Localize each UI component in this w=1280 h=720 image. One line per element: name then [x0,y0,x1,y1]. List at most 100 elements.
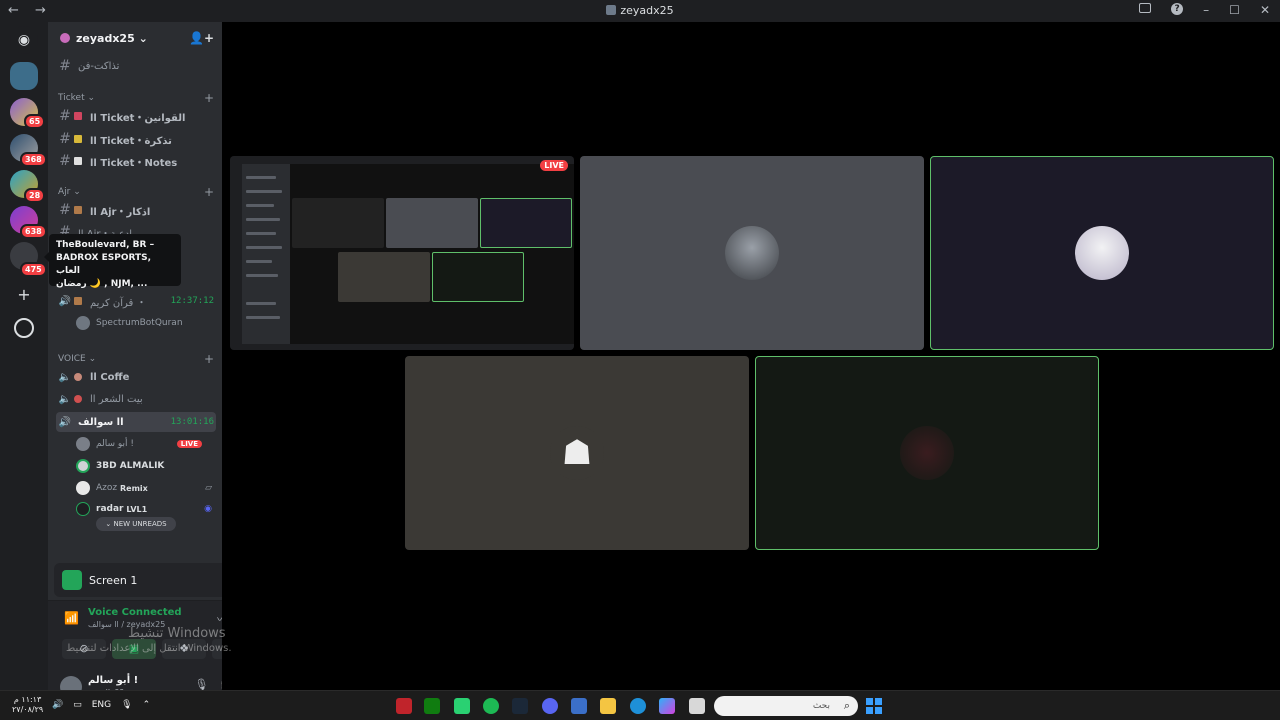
participant-tile[interactable]: ☗ [405,356,749,550]
channel-item[interactable]: # ll Ticket・Notes [56,151,216,171]
mention-badge: 638 [20,224,47,239]
server-boost-icon [60,33,70,43]
participant-tile[interactable] [930,156,1274,350]
category-ticket[interactable]: Ticket ⌄ + [58,91,214,105]
title-bar: ← → zeyadx25 ? – ☐ ✕ [0,0,1280,22]
mention-badge: 65 [24,114,46,129]
emoji-icon [74,135,82,143]
chevron-up-icon[interactable]: ⌃ [143,700,151,710]
create-channel-icon[interactable]: + [204,185,214,199]
emoji-icon [74,297,82,305]
edge-icon[interactable] [630,698,646,714]
create-channel-icon[interactable]: + [204,352,214,366]
hash-icon: # [59,202,71,218]
speaker-icon: 🔈 [58,393,72,405]
hash-icon: # [59,108,71,124]
microphone-tray-icon[interactable]: 🎙 [121,700,132,710]
copilot-icon[interactable] [659,698,675,714]
stream-tile[interactable]: LIVE [230,156,574,350]
task-view-icon[interactable] [689,698,705,714]
emoji-icon [74,157,82,165]
xbox-icon[interactable] [424,698,440,714]
inbox-icon[interactable] [1139,3,1152,13]
avatar [1075,226,1129,280]
search-input[interactable]: بحث ⌕ [714,696,858,716]
avatar [900,426,954,480]
emoji-icon [74,112,82,120]
maximize-button[interactable]: ☐ [1229,3,1240,17]
channel-sidebar: zeyadx25 ⌄ 👤+ # تذاكت-فن Ticket ⌄ + # ll Ti… [48,22,270,712]
avatar [76,316,90,330]
signal-icon[interactable]: 📶 [64,611,79,625]
windows-start-icon[interactable] [866,698,882,714]
server-rail: ◉ 65 368 28 638 475 + [0,22,48,690]
help-icon[interactable]: ? [1171,3,1184,15]
participant-tile[interactable] [580,156,924,350]
voice-stage: LIVE ☗ [222,22,1280,690]
playstation-icon: ▱ [205,483,212,493]
spotify-icon[interactable] [483,698,499,714]
channel-item[interactable]: # ll Ticket・القوانين [56,106,216,126]
invite-people-icon[interactable]: 👤+ [189,31,214,45]
screen-share-icon [62,570,82,590]
channel-item[interactable]: # ll Ajr・اذكار [56,200,216,220]
speaker-icon: 🔈 [58,371,72,383]
avatar: ☗ [550,426,604,480]
voice-member[interactable]: SpectrumBotQuran [76,314,216,332]
windows-taskbar: ١١:١٣ م ٢٧/٠٨/٢٩ 🔊 ▭ ENG 🎙 ⌃ بحث ⌕ [0,690,1280,720]
discover-icon[interactable] [14,318,34,338]
close-button[interactable]: ✕ [1260,3,1270,17]
chevron-down-icon: ⌄ [138,31,148,45]
voice-channel-sawalef[interactable]: 🔊 سوالف ll 13:01:16 [56,412,216,432]
voice-member[interactable]: radar LVL1 ◉ [76,500,216,518]
avatar [76,481,90,495]
voice-channel-quran[interactable]: 🔊 قرآن كريم ・ 12:37:12 [56,291,216,311]
voice-member[interactable]: 3BD ALMALIK [76,457,216,475]
emoji-icon [74,373,82,381]
app-icon[interactable] [396,698,412,714]
window-title: zeyadx25 [0,4,1280,17]
discord-home-icon[interactable]: ◉ [10,26,38,54]
app-icon[interactable] [571,698,587,714]
steam-icon[interactable] [512,698,528,714]
app-icon[interactable] [454,698,470,714]
voice-member[interactable]: Azoz Remix ▱ [76,479,216,497]
participant-tile[interactable] [755,356,1099,550]
avatar [725,226,779,280]
server-icon[interactable] [10,62,38,90]
minimize-button[interactable]: – [1203,3,1209,17]
discord-taskbar-icon[interactable] [542,698,558,714]
create-channel-icon[interactable]: + [204,91,214,105]
mention-badge: 475 [20,262,47,277]
avatar [76,437,90,451]
speaker-icon: 🔊 [58,416,72,428]
system-clock[interactable]: ١١:١٣ م ٢٧/٠٨/٢٩ [12,695,43,715]
voice-channel-shisha[interactable]: 🔈 ll بيت الشعر [56,389,216,409]
category-ajr[interactable]: Ajr ⌄ + [58,185,214,199]
hash-icon: # [59,58,71,74]
voice-member[interactable]: أبو سالم ! LIVE [76,435,216,453]
voice-channel-coffe[interactable]: 🔈 ll Coffe [56,367,216,387]
language-indicator[interactable]: ENG [92,700,111,710]
speaker-icon: 🔊 [58,295,72,307]
gamepad-icon: ◉ [204,504,212,514]
emoji-icon [74,395,82,403]
live-badge: LIVE [540,160,568,171]
server-tooltip: TheBoulevard, BR – BADROX ESPORTS, العاب… [44,234,181,289]
hash-icon: # [59,131,71,147]
channel-item[interactable]: # ll Ticket・تذكرة [56,129,216,149]
file-explorer-icon[interactable] [600,698,616,714]
volume-icon[interactable]: 🔊 [52,700,63,710]
add-server-button[interactable]: + [12,284,36,308]
new-unreads-pill[interactable]: ⌄ NEW UNREADS [96,517,176,531]
channel-item[interactable]: # تذاكت-فن [56,56,216,76]
avatar [76,502,90,516]
hash-icon: # [59,153,71,169]
network-icon[interactable]: ▭ [73,700,82,710]
search-icon: ⌕ [843,699,850,712]
mention-badge: 368 [20,152,47,167]
guild-header[interactable]: zeyadx25 ⌄ 👤+ [48,22,222,54]
mention-badge: 28 [24,188,46,203]
emoji-icon [74,206,82,214]
category-voice[interactable]: VOICE ⌄ + [58,352,214,366]
